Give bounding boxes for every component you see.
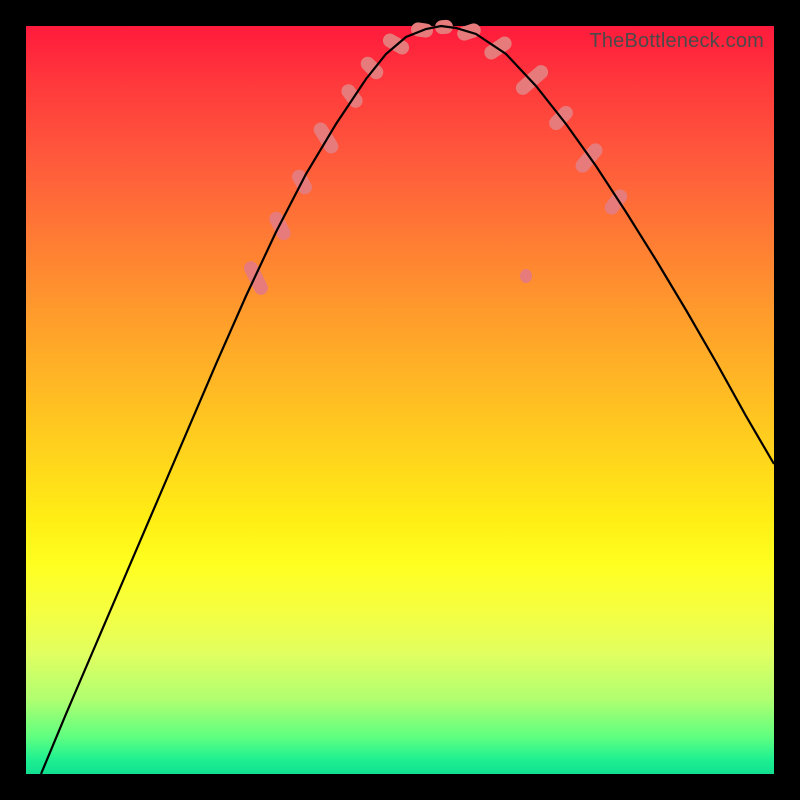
plot-area: TheBottleneck.com (26, 26, 774, 774)
curve-marker (520, 269, 532, 283)
curve-marker (242, 259, 271, 297)
bottleneck-curve (41, 26, 774, 774)
markers-group (242, 19, 630, 297)
chart-svg (26, 26, 774, 774)
curve-marker (380, 31, 411, 57)
chart-frame: TheBottleneck.com (0, 0, 800, 800)
